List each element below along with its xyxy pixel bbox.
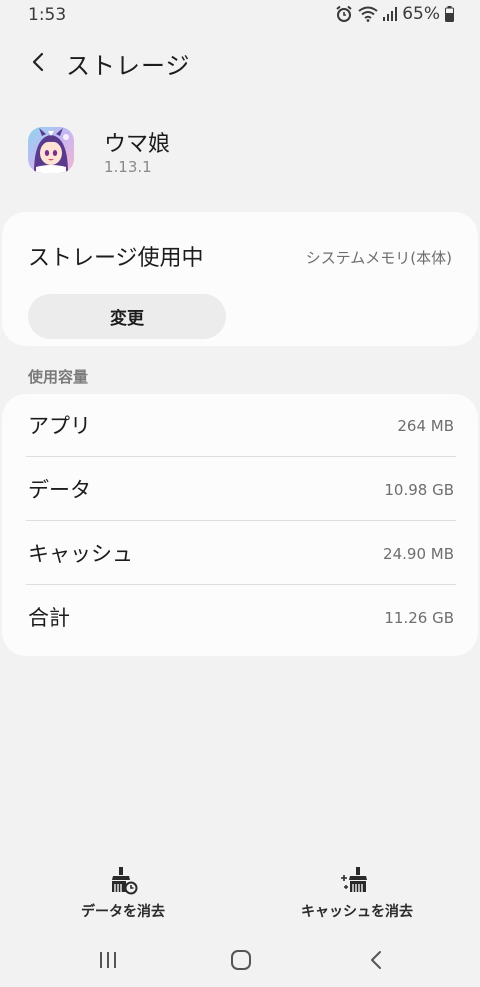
divider: [26, 584, 456, 585]
recents-button[interactable]: [88, 945, 128, 975]
app-bar: ストレージ: [0, 40, 480, 84]
storage-used-label: ストレージ使用中: [28, 246, 204, 271]
back-button[interactable]: [22, 46, 54, 78]
usage-row-value: 24.90 MB: [383, 545, 454, 563]
clear-data-label: データを消去: [81, 904, 165, 920]
recents-icon: [100, 952, 116, 968]
usage-row-total: 合計 11.26 GB: [26, 586, 456, 650]
app-info: ウマ娘 1.13.1: [28, 124, 448, 184]
divider: [26, 520, 456, 521]
home-icon: [231, 950, 251, 970]
usage-row-cache: キャッシュ 24.90 MB: [26, 522, 456, 586]
usage-row-value: 11.26 GB: [384, 609, 454, 627]
home-button[interactable]: [221, 945, 261, 975]
app-version: 1.13.1: [104, 158, 152, 176]
app-name: ウマ娘: [104, 132, 171, 157]
usage-row-value: 10.98 GB: [384, 481, 454, 499]
app-icon: [28, 127, 74, 173]
usage-row-value: 264 MB: [397, 417, 454, 435]
status-bar: 1:53 65%: [0, 0, 480, 30]
clear-data-icon: [112, 867, 138, 895]
usage-row-label: 合計: [28, 606, 70, 630]
status-time: 1:53: [28, 5, 67, 25]
divider: [26, 456, 456, 457]
usage-row-label: キャッシュ: [28, 542, 133, 566]
usage-row-app: アプリ 264 MB: [26, 394, 456, 458]
usage-row-data: データ 10.98 GB: [26, 458, 456, 522]
clear-cache-button[interactable]: キャッシュを消去: [282, 866, 432, 926]
clear-cache-icon: [341, 867, 367, 892]
storage-screen: 1:53 65% ストレージ ウマ娘 1.13.1 ストレージ使用中 システムメ…: [0, 0, 480, 987]
navigation-bar: [0, 937, 480, 987]
battery-icon: [445, 6, 454, 22]
clear-data-button[interactable]: データを消去: [58, 866, 188, 926]
back-icon: [371, 951, 381, 969]
usage-card: アプリ 264 MB データ 10.98 GB キャッシュ 24.90 MB 合…: [2, 394, 478, 656]
page-title: ストレージ: [66, 52, 191, 80]
change-storage-button[interactable]: 変更: [28, 294, 226, 339]
signal-icon: [383, 7, 398, 21]
usage-row-label: データ: [28, 478, 91, 502]
nav-back-button[interactable]: [356, 945, 396, 975]
clear-cache-label: キャッシュを消去: [301, 904, 413, 920]
status-icons: 65%: [335, 4, 454, 24]
wifi-icon: [358, 6, 378, 22]
usage-row-label: アプリ: [28, 414, 91, 438]
storage-location-value: システムメモリ(本体): [305, 249, 452, 267]
storage-location-card: ストレージ使用中 システムメモリ(本体) 変更: [2, 212, 478, 346]
battery-percent: 65%: [402, 4, 440, 24]
chevron-left-icon: [32, 52, 44, 72]
usage-section-title: 使用容量: [28, 368, 89, 386]
alarm-icon: [335, 5, 353, 23]
